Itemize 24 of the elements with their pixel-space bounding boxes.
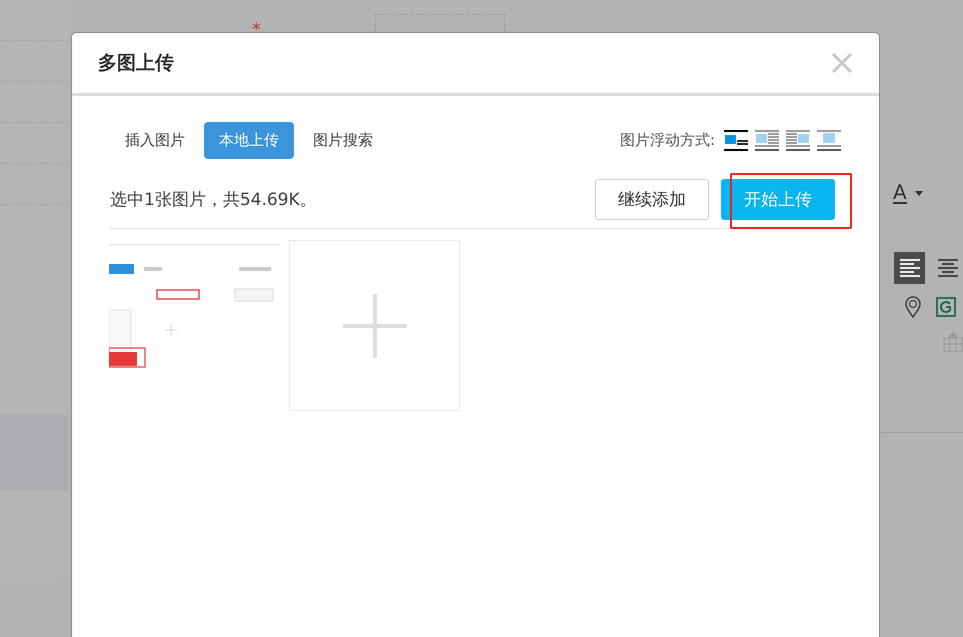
required-mark: * xyxy=(252,20,260,40)
float-option-button[interactable] xyxy=(755,130,779,152)
image-float-icon xyxy=(755,130,779,152)
map-pin-icon[interactable] xyxy=(904,296,922,318)
image-float-icon xyxy=(817,130,841,152)
close-icon xyxy=(831,52,853,74)
tab[interactable]: 图片搜索 xyxy=(298,122,388,159)
upload-status: 选中1张图片，共54.69K。 xyxy=(110,189,317,211)
float-option-button[interactable] xyxy=(786,130,810,152)
dialog-title: 多图上传 xyxy=(98,51,174,76)
align-center-icon xyxy=(936,258,959,278)
float-option-button[interactable] xyxy=(817,130,841,152)
image-float-icon xyxy=(786,130,810,152)
align-left-button[interactable] xyxy=(894,252,924,284)
float-label: 图片浮动方式: xyxy=(620,131,715,150)
tab[interactable]: 插入图片 xyxy=(110,122,200,159)
font-color-button[interactable]: A xyxy=(893,182,907,204)
g-icon[interactable] xyxy=(936,297,956,317)
add-more-button[interactable]: 继续添加 xyxy=(595,179,709,220)
align-left-icon xyxy=(898,258,920,278)
plus-icon xyxy=(342,294,406,358)
float-option-button[interactable] xyxy=(724,130,748,152)
caret-icon[interactable] xyxy=(914,190,923,196)
image-float-icon xyxy=(724,130,748,152)
